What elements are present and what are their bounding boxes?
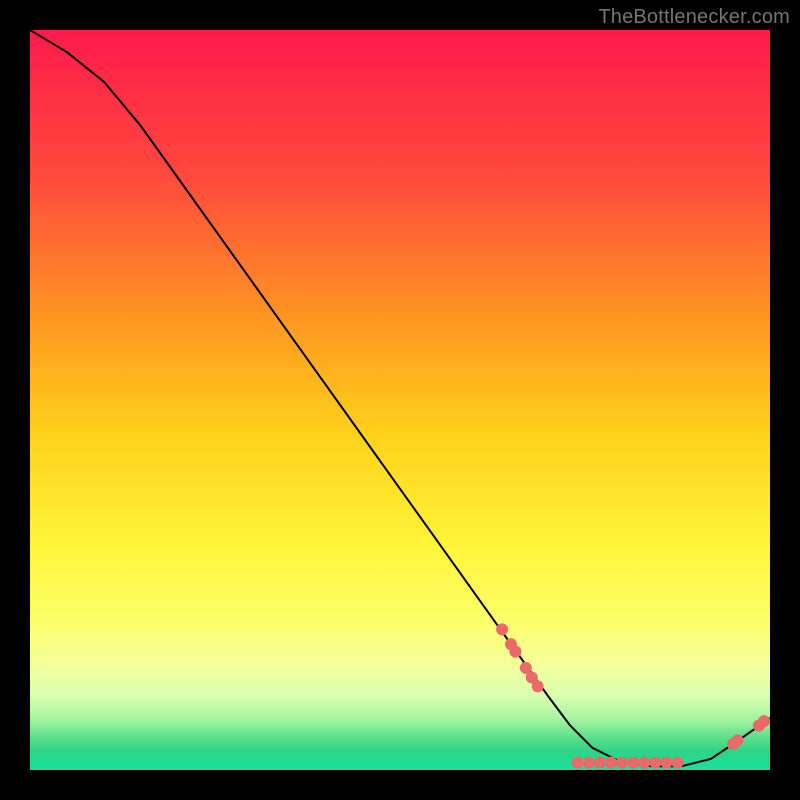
scatter-dot (660, 757, 672, 769)
scatter-dot (616, 757, 628, 769)
scatter-dot (672, 757, 684, 769)
scatter-dot (509, 646, 521, 658)
scatter-dot (583, 757, 595, 769)
scatter-dot (594, 757, 606, 769)
scatter-dot (649, 757, 661, 769)
watermark-label: TheBottlenecker.com (598, 6, 790, 29)
chart-stage: TheBottlenecker.com (0, 0, 800, 800)
gradient-background (30, 30, 770, 770)
scatter-dot (731, 734, 743, 746)
scatter-dot (758, 715, 770, 727)
scatter-dot (638, 757, 650, 769)
scatter-dot (496, 623, 508, 635)
chart-svg (30, 30, 770, 770)
scatter-dot (605, 757, 617, 769)
scatter-dot (532, 680, 544, 692)
scatter-dot (627, 757, 639, 769)
scatter-dot (572, 757, 584, 769)
plot-area (30, 30, 770, 770)
